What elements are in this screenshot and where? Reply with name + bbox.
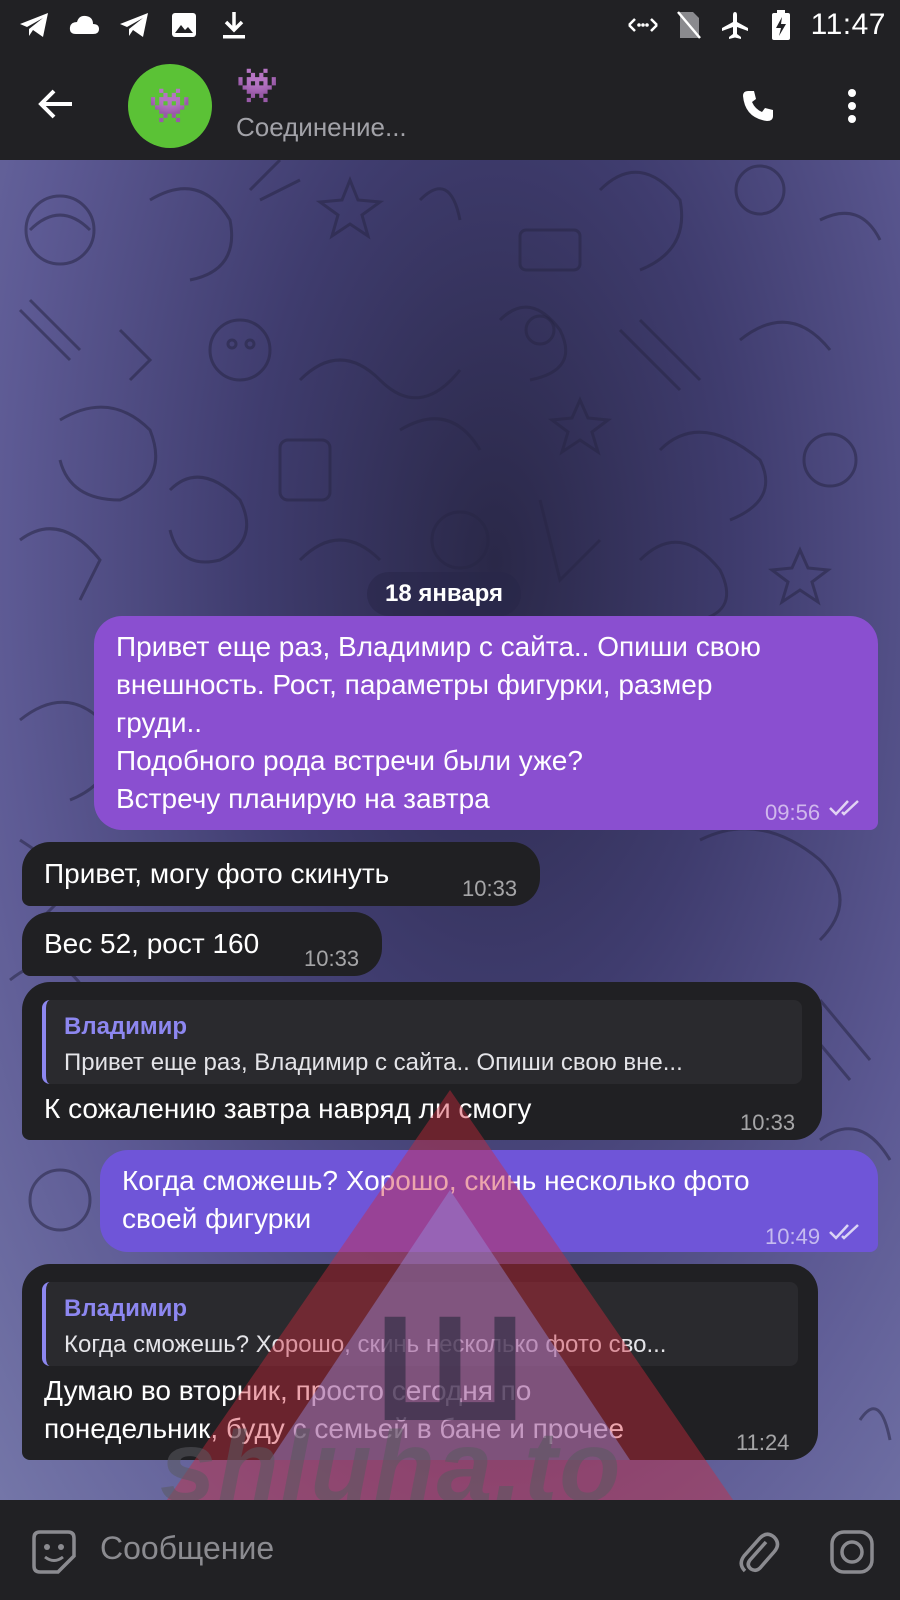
date-separator: 18 января <box>367 572 521 616</box>
reply-author: Владимир <box>64 1013 188 1040</box>
message-text-line: груди.. <box>116 707 203 738</box>
message-time: 09:56 <box>765 800 821 825</box>
chat-status: Соединение... <box>236 112 407 142</box>
message-input-bar: Сообщение <box>0 1500 900 1600</box>
chat-title[interactable]: 👾 <box>236 66 278 106</box>
telegram-icon <box>18 9 50 41</box>
back-button[interactable] <box>28 76 84 132</box>
message-text-line: Подобного рода встречи были уже? <box>116 745 583 776</box>
message-text: Привет, могу фото скинуть <box>44 858 390 889</box>
message-time: 10:33 <box>304 946 360 971</box>
reply-preview[interactable]: Владимир Привет еще раз, Владимир с сайт… <box>42 1000 802 1084</box>
message-text-line: Когда сможешь? Хорошо, скинь несколько ф… <box>122 1165 750 1196</box>
call-button[interactable] <box>730 78 786 134</box>
message-time: 10:33 <box>740 1110 796 1135</box>
download-icon <box>218 9 250 41</box>
camera-button[interactable] <box>822 1522 882 1582</box>
notification-icons <box>18 8 250 42</box>
attach-button[interactable] <box>728 1522 788 1582</box>
phone-icon <box>743 91 773 121</box>
chat-header: 👾 👾 Соединение... <box>0 52 900 160</box>
camera-icon <box>830 1530 874 1574</box>
image-icon <box>168 9 200 41</box>
message-text: К сожалению завтра навряд ли смогу <box>44 1093 532 1124</box>
more-vertical-icon <box>848 89 856 123</box>
message-outgoing[interactable]: Привет еще раз, Владимир с сайта.. Опиши… <box>94 616 878 830</box>
message-text-line: Встречу планирую на завтра <box>116 783 490 814</box>
double-check-icon <box>829 1224 859 1240</box>
message-text-line: внешность. Рост, параметры фигурки, разм… <box>116 669 713 700</box>
chat-area[interactable]: 18 января Привет еще раз, Владимир с сай… <box>0 160 900 1500</box>
message-incoming[interactable]: Владимир Привет еще раз, Владимир с сайт… <box>22 982 822 1140</box>
message-text-line: своей фигурки <box>122 1203 312 1234</box>
reply-author: Владимир <box>64 1295 188 1322</box>
battery-charging-icon <box>765 9 797 41</box>
double-check-icon <box>829 800 859 816</box>
avatar-emoji: 👾 <box>148 87 192 125</box>
message-text-line: Думаю во вторник, просто сегодня по <box>44 1375 532 1406</box>
message-time: 11:24 <box>736 1430 790 1455</box>
message-text: Вес 52, рост 160 <box>44 928 260 959</box>
status-bar: 11:47 <box>0 0 900 52</box>
no-sim-icon <box>673 9 705 41</box>
emoji-button[interactable] <box>24 1522 84 1582</box>
system-icons: 11:47 <box>627 8 886 42</box>
message-time: 10:49 <box>765 1224 821 1249</box>
data-saver-icon <box>627 9 659 41</box>
message-text-line: Привет еще раз, Владимир с сайта.. Опиши… <box>116 631 761 662</box>
avatar[interactable]: 👾 <box>128 64 212 148</box>
clock: 11:47 <box>810 8 886 41</box>
message-outgoing[interactable]: Когда сможешь? Хорошо, скинь несколько ф… <box>100 1150 878 1252</box>
more-menu-button[interactable] <box>824 78 880 134</box>
message-input[interactable]: Сообщение <box>100 1530 274 1567</box>
arrow-left-icon <box>38 89 72 119</box>
cloud-icon <box>68 9 100 41</box>
message-time: 10:33 <box>462 876 518 901</box>
telegram-icon <box>118 9 150 41</box>
reply-preview[interactable]: Владимир Когда сможешь? Хорошо, скинь не… <box>42 1282 798 1366</box>
reply-text: Привет еще раз, Владимир с сайта.. Опиши… <box>64 1049 683 1076</box>
message-incoming[interactable]: Вес 52, рост 160 10:33 <box>22 912 382 976</box>
sticker-icon <box>32 1530 76 1574</box>
airplane-icon <box>719 9 751 41</box>
message-incoming[interactable]: Привет, могу фото скинуть 10:33 <box>22 842 540 906</box>
paperclip-icon <box>739 1532 780 1573</box>
reply-text: Когда сможешь? Хорошо, скинь несколько ф… <box>64 1331 667 1358</box>
